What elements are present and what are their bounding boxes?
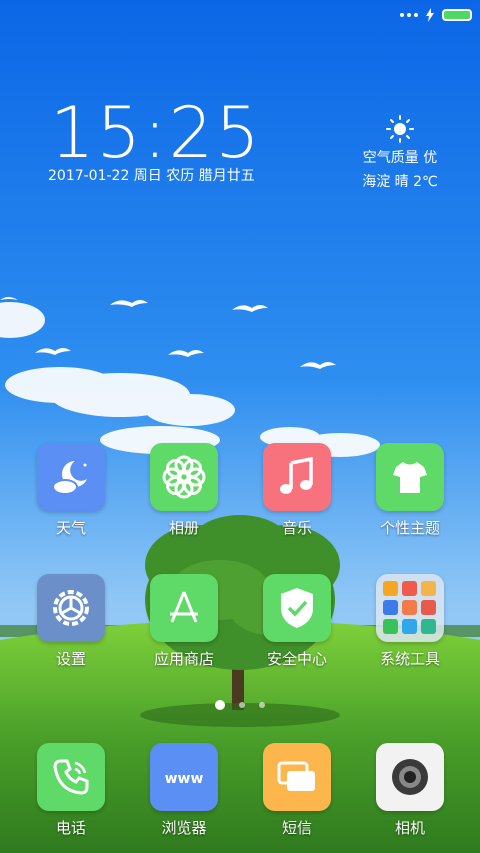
date-lunar: 2017-01-22 周日 农历 腊月廿五 (48, 168, 255, 184)
app-gallery[interactable]: 相册 (134, 443, 234, 538)
app-label: 电话 (55, 819, 86, 837)
weather-widget[interactable]: 空气质量 优 海淀 晴 2℃ (360, 115, 440, 191)
gallery-flower-icon (150, 443, 218, 511)
app-label: 浏览器 (161, 819, 207, 837)
settings-gear-icon (37, 574, 105, 642)
status-bar (400, 6, 472, 24)
app-label: 相册 (168, 519, 199, 537)
camera-icon (376, 743, 444, 811)
clock-time: 15:25 (50, 92, 262, 174)
app-label: 天气 (55, 519, 86, 537)
app-label: 相机 (394, 819, 425, 837)
sun-icon (386, 115, 414, 143)
folder-system-tools[interactable]: 系统工具 (360, 574, 460, 669)
app-label: 系统工具 (379, 650, 440, 668)
app-browser[interactable]: www 浏览器 (134, 743, 234, 838)
page-indicator[interactable] (0, 700, 480, 710)
app-label: 短信 (281, 819, 312, 837)
weather-moon-cloud-icon (37, 443, 105, 511)
shield-check-icon (263, 574, 331, 642)
phone-icon (37, 743, 105, 811)
page-dot-active[interactable] (215, 700, 225, 710)
app-camera[interactable]: 相机 (360, 743, 460, 838)
location-weather-text: 海淀 晴 2℃ (362, 174, 438, 190)
app-messages[interactable]: 短信 (247, 743, 347, 838)
app-phone[interactable]: 电话 (21, 743, 121, 838)
app-label: 应用商店 (153, 650, 214, 668)
battery-icon (442, 9, 472, 21)
app-store[interactable]: 应用商店 (134, 574, 234, 669)
music-note-icon (263, 443, 331, 511)
charging-bolt-icon (426, 8, 434, 22)
page-dot[interactable] (239, 702, 245, 708)
app-weather[interactable]: 天气 (21, 443, 121, 538)
app-label: 音乐 (281, 519, 312, 537)
app-label: 安全中心 (266, 650, 327, 668)
app-label: 个性主题 (379, 519, 440, 537)
app-security[interactable]: 安全中心 (247, 574, 347, 669)
messages-icon (263, 743, 331, 811)
app-themes[interactable]: 个性主题 (360, 443, 460, 538)
app-store-icon (150, 574, 218, 642)
browser-www-icon: www (150, 743, 218, 811)
air-quality-text: 空气质量 优 (362, 150, 438, 166)
folder-icon (376, 574, 444, 642)
app-label: 设置 (55, 650, 86, 668)
app-music[interactable]: 音乐 (247, 443, 347, 538)
app-settings[interactable]: 设置 (21, 574, 121, 669)
page-dot[interactable] (259, 702, 265, 708)
tshirt-icon (376, 443, 444, 511)
more-dots-icon (400, 13, 418, 17)
svg-text:www: www (165, 771, 204, 787)
